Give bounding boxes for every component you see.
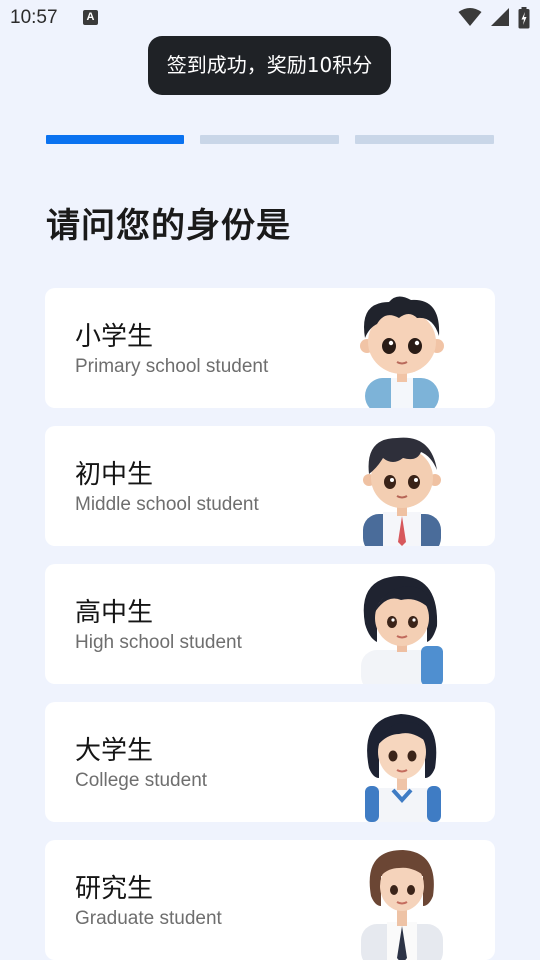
toast-message: 签到成功，奖励10积分 [148,36,391,95]
progress-step-3 [355,135,494,144]
page-title: 请问您的身份是 [46,206,291,246]
battery-charging-icon [518,7,530,29]
option-card-high[interactable]: 高中生 High school student [45,564,495,684]
wifi-icon [458,8,482,26]
step-progress [46,135,494,144]
girl-teen-avatar [361,576,443,684]
young-woman-avatar [365,714,441,822]
option-title: 研究生 [75,874,154,904]
option-title: 小学生 [75,322,154,352]
status-bar: 10:57 A [0,0,540,36]
a-letter-icon: A [83,10,98,25]
option-card-college[interactable]: 大学生 College student [45,702,495,822]
status-time: 10:57 [10,7,58,28]
option-card-graduate[interactable]: 研究生 Graduate student [45,840,495,960]
option-subtitle: Primary school student [75,356,269,377]
progress-step-2 [200,135,339,144]
cellular-signal-icon [491,8,509,26]
option-title: 大学生 [75,736,154,766]
boy-child-avatar [360,296,444,408]
option-card-middle[interactable]: 初中生 Middle school student [45,426,495,546]
option-subtitle: High school student [75,632,242,653]
option-title: 高中生 [75,598,154,628]
option-title: 初中生 [75,460,154,490]
option-subtitle: College student [75,770,208,791]
graduate-woman-avatar [361,850,443,960]
option-subtitle: Middle school student [75,494,259,515]
boy-teen-avatar [363,437,441,546]
option-card-primary[interactable]: 小学生 Primary school student [45,288,495,408]
option-subtitle: Graduate student [75,908,222,929]
progress-step-1-active [46,135,184,144]
identity-selection-screen: 10:57 A 签到成功，奖励10积分 请问您的身份是 小学生 Primary … [0,0,540,960]
